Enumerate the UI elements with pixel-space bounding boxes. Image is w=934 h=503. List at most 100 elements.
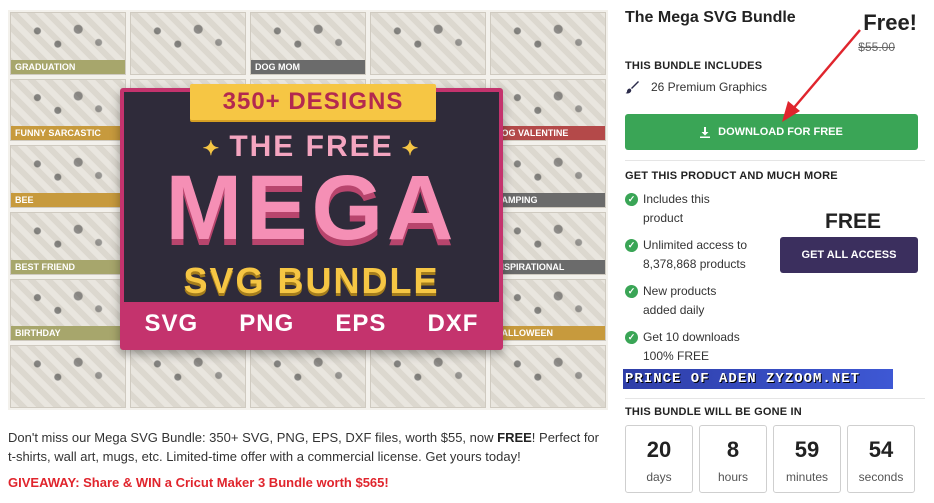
countdown-unit: hours (717, 470, 749, 484)
design-tile-label: CAMPING (491, 193, 605, 207)
design-artwork (257, 21, 359, 54)
design-tile: CAMPING (490, 145, 606, 208)
feature-line: New products (643, 284, 717, 298)
feature-line: product (643, 211, 684, 225)
description-free: FREE (497, 430, 532, 445)
design-tile: DOG VALENTINE (490, 78, 606, 142)
bundle-includes-heading: THIS BUNDLE INCLUDES (625, 60, 763, 72)
includes-item-label: 26 Premium Graphics (651, 80, 768, 94)
design-artwork (17, 354, 119, 387)
design-tile: HALLOWEEN (490, 278, 606, 342)
feature-item: ✓ Includes this product (625, 190, 775, 228)
get-all-access-button[interactable]: GET ALL ACCESS (780, 237, 918, 273)
design-tile-label: BIRTHDAY (11, 326, 125, 341)
feature-line: Unlimited access to (643, 238, 748, 252)
design-tile-label: DOG MOM (251, 59, 365, 74)
format-svg: SVG (144, 310, 199, 337)
product-title: The Mega SVG Bundle (625, 9, 796, 26)
format-png: PNG (239, 310, 295, 337)
giveaway-link[interactable]: GIVEAWAY: Share & WIN a Cricut Maker 3 B… (8, 475, 389, 490)
divider (625, 160, 925, 161)
countdown-unit: days (646, 470, 672, 484)
format-eps: EPS (335, 310, 387, 337)
countdown-unit: seconds (858, 470, 904, 484)
countdown-value: 20 (646, 437, 672, 462)
feature-item: ✓ Get 10 downloads 100% FREE (625, 328, 775, 366)
design-tile (250, 345, 366, 408)
bundle-includes-item: 26 Premium Graphics (625, 80, 767, 94)
design-tile (490, 12, 606, 75)
design-artwork (17, 287, 119, 321)
design-tile-label: FUNNY SARCASTIC (11, 126, 125, 141)
design-tile: FUNNY SARCASTIC (10, 78, 126, 142)
design-tile-label: GRADUATION (11, 59, 125, 74)
countdown-value: 54 (868, 437, 894, 462)
price-label: Free! (863, 10, 917, 35)
design-tile-label: DOG VALENTINE (491, 126, 605, 141)
feature-line: 100% FREE (643, 349, 710, 363)
feature-item: ✓ Unlimited access to 8,378,868 products (625, 236, 775, 274)
description-text: Don't miss our Mega SVG Bundle: 350+ SVG… (8, 430, 498, 445)
design-artwork (137, 21, 239, 54)
countdown-timer: 20 days 8 hours 59 minutes 54 seconds (625, 425, 915, 493)
design-tile: BEST FRIEND (10, 212, 126, 275)
bundle-description: Don't miss our Mega SVG Bundle: 350+ SVG… (8, 428, 608, 466)
download-for-free-button[interactable]: DOWNLOAD FOR FREE (625, 114, 918, 150)
design-artwork (17, 87, 119, 121)
design-artwork (377, 354, 479, 387)
check-circle-icon: ✓ (625, 285, 638, 298)
design-tile (370, 12, 486, 75)
divider (625, 398, 925, 399)
mega-heading: MEGA (165, 157, 458, 259)
product-offer-heading: GET THIS PRODUCT AND MUCH MORE (625, 170, 838, 182)
design-tile-label: BEE (11, 193, 125, 207)
original-price: $55.00 (858, 40, 895, 54)
design-artwork (497, 154, 599, 187)
feature-line: Get 10 downloads (643, 330, 740, 344)
countdown-heading: THIS BUNDLE WILL BE GONE IN (625, 406, 802, 418)
design-tile (10, 345, 126, 408)
purchase-panel: The Mega SVG Bundle Free! $55.00 THIS BU… (623, 0, 925, 503)
countdown-hours: 8 hours (699, 425, 767, 493)
download-icon (700, 126, 711, 138)
design-tile (490, 345, 606, 408)
design-artwork (497, 87, 599, 121)
designs-count-ribbon: 350+ DESIGNS (190, 84, 436, 120)
design-tile: DOG MOM (250, 12, 366, 75)
countdown-days: 20 days (625, 425, 693, 493)
design-tile: INSPIRATIONAL (490, 212, 606, 275)
feature-line: 8,378,868 products (643, 257, 746, 271)
check-circle-icon: ✓ (625, 193, 638, 206)
all-access-price: FREE (825, 210, 882, 233)
paintbrush-icon (625, 81, 639, 94)
countdown-unit: minutes (785, 470, 829, 484)
design-tile-label: INSPIRATIONAL (491, 259, 605, 274)
design-artwork (137, 354, 239, 387)
design-artwork (257, 354, 359, 387)
svg-bundle-heading: SVG BUNDLE (183, 260, 440, 301)
bundle-preview-image: GRADUATIONDOG MOMFUNNY SARCASTICMOTIVATI… (8, 10, 608, 410)
design-artwork (17, 154, 119, 187)
design-tile (370, 345, 486, 408)
design-tile-label: HALLOWEEN (491, 326, 605, 341)
design-artwork (497, 21, 599, 54)
feature-item: ✓ New products added daily (625, 282, 775, 320)
design-tile (130, 345, 246, 408)
design-artwork (497, 221, 599, 254)
feature-line: Includes this (643, 192, 710, 206)
design-tile-label: BEST FRIEND (11, 259, 125, 274)
format-dxf: DXF (427, 310, 479, 337)
bundle-cover-board: 350+ DESIGNS ✦ THE FREE ✦ MEGA SVG BUNDLE … (120, 84, 503, 350)
feature-line: added daily (643, 303, 705, 317)
check-circle-icon: ✓ (625, 239, 638, 252)
countdown-seconds: 54 seconds (847, 425, 915, 493)
design-artwork (497, 287, 599, 321)
design-tile: BIRTHDAY (10, 278, 126, 342)
countdown-minutes: 59 minutes (773, 425, 841, 493)
design-artwork (377, 21, 479, 54)
design-tile: BEE (10, 145, 126, 208)
countdown-value: 8 (726, 437, 740, 462)
file-formats-bar: SVG PNG EPS DXF (124, 302, 499, 346)
membership-features-list: ✓ Includes this product ✓ Unlimited acces… (625, 190, 775, 374)
watermark-banner: PRINCE OF ADEN ZYZOOM.NET (623, 369, 893, 389)
